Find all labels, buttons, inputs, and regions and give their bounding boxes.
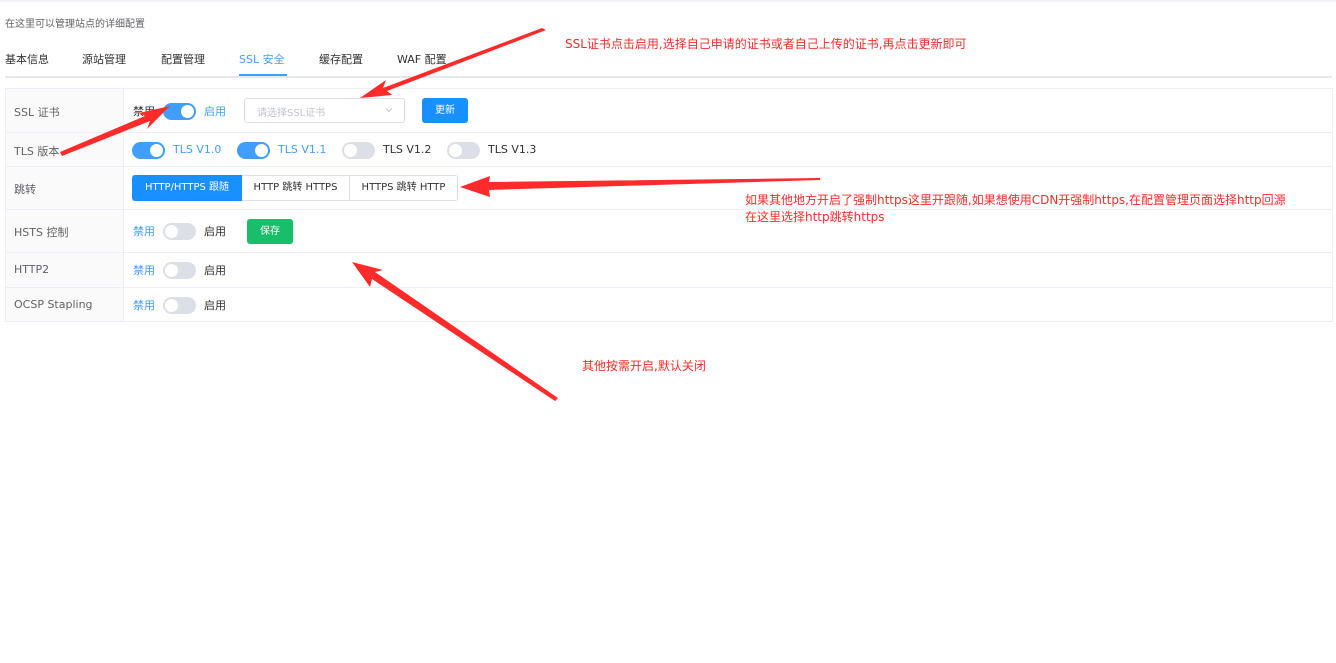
enable-label: 启用 — [204, 105, 226, 118]
row-label: 跳转 — [14, 183, 36, 196]
tab-config[interactable]: 配置管理 — [161, 52, 205, 68]
tls-v11-label: TLS V1.1 — [278, 143, 327, 156]
ocsp-switch[interactable] — [163, 297, 196, 314]
tab-cache[interactable]: 缓存配置 — [319, 52, 363, 68]
row-ocsp-stapling: OCSP Stapling 禁用 启用 — [6, 288, 1332, 322]
active-tab-indicator — [239, 74, 287, 76]
row-label: HSTS 控制 — [14, 226, 69, 239]
disable-label: 禁用 — [133, 225, 155, 238]
annotation-ssl: SSL证书点击启用,选择自己申请的证书或者自己上传的证书,再点击更新即可 — [565, 37, 967, 51]
http2-switch[interactable] — [163, 262, 196, 279]
ssl-cert-select[interactable]: 请选择SSL证书 — [244, 98, 405, 123]
disable-label: 禁用 — [133, 264, 155, 277]
select-placeholder: 请选择SSL证书 — [257, 108, 326, 119]
row-http2: HTTP2 禁用 启用 — [6, 253, 1332, 288]
row-label: OCSP Stapling — [14, 298, 93, 311]
redirect-follow-button[interactable]: HTTP/HTTPS 跟随 — [132, 175, 242, 201]
top-divider — [0, 0, 1336, 2]
row-label: SSL 证书 — [14, 106, 60, 119]
hsts-switch[interactable] — [163, 223, 196, 240]
enable-label: 启用 — [204, 264, 226, 277]
annotation-other: 其他按需开启,默认关闭 — [582, 359, 706, 373]
row-hsts: HSTS 控制 禁用 启用 保存 — [6, 210, 1332, 253]
row-label: HTTP2 — [14, 263, 50, 276]
tls-v13-switch[interactable] — [447, 142, 480, 159]
row-label: TLS 版本 — [14, 145, 60, 158]
row-ssl-cert: SSL 证书 禁用 启用 请选择SSL证书 更新 — [6, 89, 1332, 133]
tls-v12-label: TLS V1.2 — [383, 143, 432, 156]
tab-bar: 基本信息 源站管理 配置管理 SSL 安全 缓存配置 WAF 配置 — [5, 52, 1332, 78]
tls-v10-switch[interactable] — [132, 142, 165, 159]
update-button[interactable]: 更新 — [422, 98, 468, 123]
tab-basic-info[interactable]: 基本信息 — [5, 52, 49, 68]
ssl-cert-switch[interactable] — [163, 103, 196, 120]
chevron-down-icon — [385, 108, 393, 113]
annotation-redirect-line1: 如果其他地方开启了强制https这里开跟随,如果想使用CDN开强制https,在… — [745, 193, 1286, 207]
tls-v13-label: TLS V1.3 — [488, 143, 537, 156]
tls-v12-switch[interactable] — [342, 142, 375, 159]
tab-waf[interactable]: WAF 配置 — [397, 52, 447, 68]
tls-v10-label: TLS V1.0 — [173, 143, 222, 156]
tls-v11-switch[interactable] — [237, 142, 270, 159]
redirect-https-to-http-button[interactable]: HTTPS 跳转 HTTP — [350, 175, 458, 201]
annotation-redirect-line2: 在这里选择http跳转https — [745, 210, 885, 224]
disable-label: 禁用 — [133, 299, 155, 312]
tab-origin[interactable]: 源站管理 — [82, 52, 126, 68]
enable-label: 启用 — [204, 299, 226, 312]
page-description: 在这里可以管理站点的详细配置 — [5, 19, 145, 30]
enable-label: 启用 — [204, 225, 226, 238]
tab-ssl[interactable]: SSL 安全 — [239, 52, 285, 68]
row-tls-version: TLS 版本 TLS V1.0 TLS V1.1 TLS V1.2 TLS V1… — [6, 133, 1332, 167]
save-button[interactable]: 保存 — [247, 219, 293, 244]
disable-label: 禁用 — [133, 105, 155, 118]
redirect-http-to-https-button[interactable]: HTTP 跳转 HTTPS — [242, 175, 350, 201]
redirect-mode-group: HTTP/HTTPS 跟随 HTTP 跳转 HTTPS HTTPS 跳转 HTT… — [132, 175, 458, 201]
